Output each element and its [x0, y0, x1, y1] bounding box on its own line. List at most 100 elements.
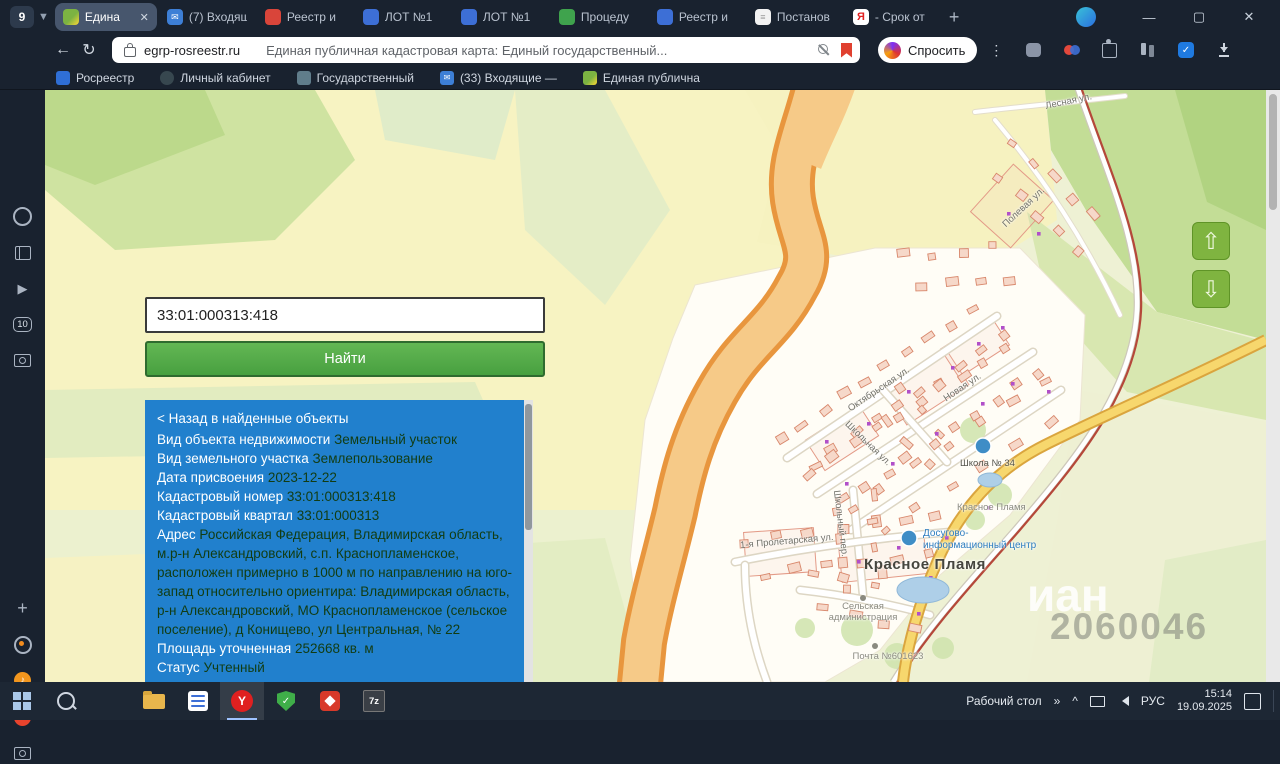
page-scrollbar-thumb[interactable] [1269, 94, 1277, 210]
7zip-icon[interactable]: 7z [352, 682, 396, 720]
bookmark-inbox[interactable]: ✉ (33) Входящие — [439, 70, 557, 85]
bookmark-gosudarstvenny[interactable]: Государственный [296, 70, 414, 85]
mail-favicon: ✉ [166, 9, 183, 25]
map-canvas[interactable]: Лесная ул. Полевая ул. Октябрьская ул. Н… [45, 90, 1266, 682]
info-row: Вид объекта недвижимости Земельный участ… [157, 432, 457, 447]
panels-icon[interactable] [12, 242, 33, 263]
browser-menu-icon[interactable]: ⋮ [989, 42, 1003, 59]
back-to-results-link[interactable]: < Назад в найденные объекты [157, 409, 513, 428]
bookmark-epkk[interactable]: Единая публична [582, 70, 700, 85]
clock[interactable]: 15:14 19.09.2025 [1177, 688, 1232, 714]
toolbar-expand-icon[interactable]: » [1054, 694, 1061, 708]
object-info-panel: < Назад в найденные объекты Вид объекта … [145, 400, 533, 682]
pan-up-button[interactable]: ⇧ [1192, 222, 1230, 260]
window-minimize-button[interactable]: — [1124, 10, 1174, 25]
panel-scrollbar[interactable] [524, 400, 533, 682]
tab-group-badge[interactable]: 9 [10, 6, 34, 28]
tab-cadastral-map[interactable]: Едина ✕ [54, 3, 157, 31]
info-row: Вид земельного участка Землепользование [157, 451, 433, 466]
sync-check-icon[interactable]: ✓ [1177, 42, 1194, 59]
add-service-icon[interactable]: + [12, 598, 33, 619]
tabs-count-badge[interactable]: 10 [12, 314, 33, 335]
tab-close-icon[interactable]: ✕ [140, 11, 149, 24]
address-bar[interactable]: egrp-rosreestr.ru Единая публичная кадас… [112, 37, 860, 63]
yandex-favicon: Я [852, 9, 869, 25]
desktop-toolbar-label[interactable]: Рабочий стол [966, 694, 1041, 708]
alice-icon [884, 41, 901, 59]
procedury-favicon [558, 9, 575, 25]
browser-toolbar: ← ↻ egrp-rosreestr.ru Единая публичная к… [0, 34, 1280, 66]
start-button[interactable] [0, 682, 44, 720]
new-tab-button[interactable]: + [949, 7, 960, 28]
bookmark-lichny-kabinet[interactable]: Личный кабинет [160, 70, 271, 85]
tab-reestr-1[interactable]: Реестр и [257, 3, 353, 31]
camera-service-icon[interactable] [12, 743, 33, 764]
address-page-title: Единая публичная кадастровая карта: Един… [266, 42, 668, 58]
language-indicator[interactable]: РУС [1141, 694, 1165, 708]
ask-alice-button[interactable]: Спросить [878, 37, 978, 63]
reestr-favicon [264, 9, 281, 25]
gos-favicon [296, 70, 311, 85]
lk-favicon [160, 70, 175, 85]
tab-inbox[interactable]: ✉ (7) Входящ [159, 3, 255, 31]
chevron-down-icon[interactable]: ▼ [38, 11, 49, 23]
volume-icon[interactable] [1117, 696, 1129, 706]
profile-avatar[interactable] [1076, 7, 1096, 27]
cadastral-map-favicon [62, 9, 79, 25]
find-button[interactable]: Найти [145, 341, 545, 377]
info-row: Площадь уточненная 252668 кв. м [157, 641, 374, 656]
search-disabled-icon[interactable] [817, 43, 831, 57]
reestr-favicon [656, 9, 673, 25]
taskbar-search-icon[interactable] [44, 682, 88, 720]
word-app-icon[interactable] [176, 682, 220, 720]
hidden-icons-chevron[interactable]: ^ [1072, 694, 1078, 708]
info-row: Кадастровый квартал 33:01:000313 [157, 508, 380, 523]
extensions-puzzle-icon[interactable] [1101, 38, 1118, 59]
downloads-icon[interactable] [1215, 42, 1232, 59]
bookmarks-bar: Росреестр Личный кабинет Государственный… [0, 66, 1280, 90]
lot-favicon [460, 9, 477, 25]
lot-favicon [362, 9, 379, 25]
tab-reestr-2[interactable]: Реестр и [649, 3, 745, 31]
bookmark-flag-icon[interactable] [841, 42, 852, 58]
display-tray-icon[interactable] [1089, 695, 1105, 707]
tab-procedury[interactable]: Процеду [551, 3, 647, 31]
file-explorer-icon[interactable] [132, 682, 176, 720]
pan-down-button[interactable]: ⇩ [1192, 270, 1230, 308]
tab-srok[interactable]: Я - Срок от [845, 3, 941, 31]
reload-icon[interactable]: ↻ [76, 40, 102, 60]
promo-icon[interactable] [1063, 42, 1080, 59]
history-icon[interactable] [12, 206, 33, 227]
system-tray: Рабочий стол » ^ РУС 15:14 19.09.2025 [966, 682, 1274, 720]
mail-favicon: ✉ [439, 70, 454, 85]
yandex-browser-icon[interactable]: Y [220, 682, 264, 720]
info-row: Дата присвоения 2023-12-22 [157, 470, 337, 485]
tab-lot-1[interactable]: ЛОТ №1 [355, 3, 451, 31]
panel-scrollbar-thumb[interactable] [525, 404, 532, 530]
screenshot-camera-icon[interactable] [12, 350, 33, 371]
rosreestr-favicon [56, 70, 70, 85]
red-app-icon[interactable] [308, 682, 352, 720]
document-favicon: ≡ [754, 9, 771, 25]
sidebar-panel-icon[interactable] [1025, 42, 1042, 59]
window-close-button[interactable]: ✕ [1224, 9, 1274, 25]
lock-icon [124, 42, 136, 57]
window-maximize-button[interactable]: ▢ [1174, 9, 1224, 25]
bookmark-rosreestr[interactable]: Росреестр [56, 70, 134, 85]
info-row: Адрес Российская Федерация, Владимирская… [157, 527, 512, 637]
target-service-icon[interactable] [12, 634, 33, 655]
show-desktop-strip[interactable] [1273, 690, 1274, 712]
bookmarks-panel-icon[interactable] [1139, 42, 1156, 59]
antivirus-shield-icon[interactable]: ✓ [264, 682, 308, 720]
video-play-icon[interactable]: ▶ [12, 278, 33, 299]
cadastral-search-input[interactable] [145, 297, 545, 333]
address-domain: egrp-rosreestr.ru [144, 42, 241, 58]
tab-postanovlenie[interactable]: ≡ Постанов [747, 3, 843, 31]
tab-lot-2[interactable]: ЛОТ №1 [453, 3, 549, 31]
page-scrollbar[interactable] [1266, 90, 1280, 682]
browser-sidebar: ▶ 10 + ♪ ✉ [0, 90, 45, 760]
tab-bar: 9 ▼ Едина ✕ ✉ (7) Входящ Реестр и ЛОТ №1… [0, 0, 1280, 34]
notifications-icon[interactable] [1244, 692, 1261, 710]
epkk-favicon [582, 70, 597, 85]
back-icon[interactable]: ← [50, 41, 76, 59]
